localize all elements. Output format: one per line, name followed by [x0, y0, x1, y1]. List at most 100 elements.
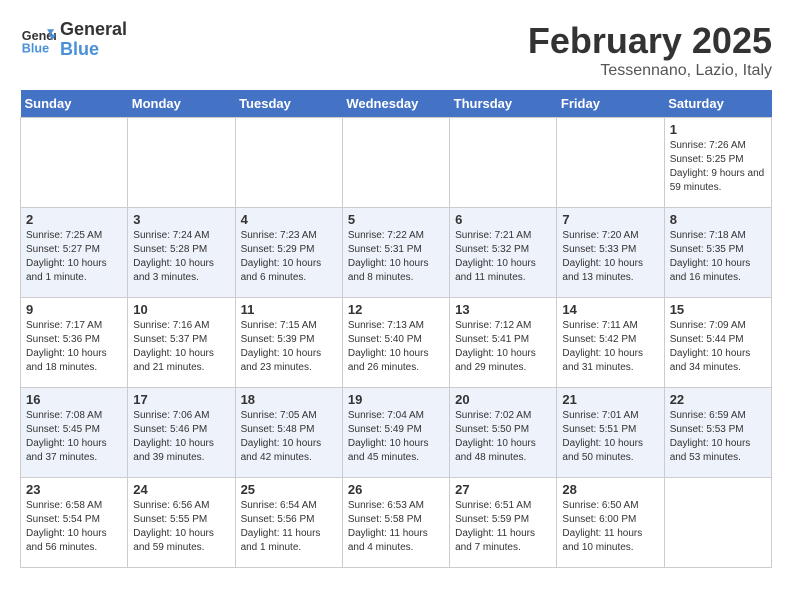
- svg-text:Blue: Blue: [22, 41, 49, 55]
- day-info: Sunrise: 6:59 AMSunset: 5:53 PMDaylight:…: [670, 409, 766, 465]
- day-cell: 9Sunrise: 7:17 AMSunset: 5:36 PMDaylight…: [21, 298, 128, 388]
- day-cell: 24Sunrise: 6:56 AMSunset: 5:55 PMDayligh…: [128, 478, 235, 568]
- day-cell: 2 Sunrise: 7:25 AMSunset: 5:27 PMDaylight…: [21, 208, 128, 298]
- day-info: Sunrise: 7:17 AMSunset: 5:36 PMDaylight:…: [26, 319, 122, 375]
- day-cell: 26 Sunrise: 6:53 AMSunset: 5:58 PMDayligh…: [342, 478, 449, 568]
- day-cell: [235, 118, 342, 208]
- day-number: 17: [133, 392, 229, 407]
- day-info: Sunrise: 7:13 AMSunset: 5:40 PMDaylight:…: [348, 319, 444, 375]
- day-cell: 28 Sunrise: 6:50 AMSunset: 6:00 PMDayligh…: [557, 478, 664, 568]
- day-info: Sunrise: 6:54 AMSunset: 5:56 PMDaylight:…: [241, 499, 337, 555]
- day-info: Sunrise: 7:22 AMSunset: 5:31 PMDaylight:…: [348, 229, 444, 285]
- day-cell: 16Sunrise: 7:08 AMSunset: 5:45 PMDayligh…: [21, 388, 128, 478]
- week-row-3: 9Sunrise: 7:17 AMSunset: 5:36 PMDaylight…: [21, 298, 772, 388]
- day-cell: 3 Sunrise: 7:24 AMSunset: 5:28 PMDaylight…: [128, 208, 235, 298]
- day-info: Sunrise: 7:18 AMSunset: 5:35 PMDaylight:…: [670, 229, 766, 285]
- day-info: Sunrise: 7:23 AMSunset: 5:29 PMDaylight:…: [241, 229, 337, 285]
- day-cell: 1Sunrise: 7:26 AMSunset: 5:25 PMDaylight…: [664, 118, 771, 208]
- day-cell: 17 Sunrise: 7:06 AMSunset: 5:46 PMDayligh…: [128, 388, 235, 478]
- calendar-table: Sunday Monday Tuesday Wednesday Thursday…: [20, 90, 772, 568]
- day-number: 25: [241, 482, 337, 497]
- day-number: 15: [670, 302, 766, 317]
- day-number: 10: [133, 302, 229, 317]
- logo-general: General: [60, 20, 127, 40]
- day-number: 28: [562, 482, 658, 497]
- header-tuesday: Tuesday: [235, 90, 342, 118]
- day-info: Sunrise: 7:16 AMSunset: 5:37 PMDaylight:…: [133, 319, 229, 375]
- day-cell: 15 Sunrise: 7:09 AMSunset: 5:44 PMDayligh…: [664, 298, 771, 388]
- header-saturday: Saturday: [664, 90, 771, 118]
- day-cell: 20Sunrise: 7:02 AMSunset: 5:50 PMDayligh…: [450, 388, 557, 478]
- calendar-header-row: Sunday Monday Tuesday Wednesday Thursday…: [21, 90, 772, 118]
- week-row-1: 1Sunrise: 7:26 AMSunset: 5:25 PMDaylight…: [21, 118, 772, 208]
- day-cell: 6 Sunrise: 7:21 AMSunset: 5:32 PMDaylight…: [450, 208, 557, 298]
- logo-blue: Blue: [60, 40, 127, 60]
- day-number: 7: [562, 212, 658, 227]
- header-monday: Monday: [128, 90, 235, 118]
- day-info: Sunrise: 7:12 AMSunset: 5:41 PMDaylight:…: [455, 319, 551, 375]
- day-info: Sunrise: 7:11 AMSunset: 5:42 PMDaylight:…: [562, 319, 658, 375]
- day-cell: [128, 118, 235, 208]
- day-number: 22: [670, 392, 766, 407]
- day-cell: 22 Sunrise: 6:59 AMSunset: 5:53 PMDayligh…: [664, 388, 771, 478]
- day-number: 21: [562, 392, 658, 407]
- day-number: 13: [455, 302, 551, 317]
- day-number: 18: [241, 392, 337, 407]
- page-header: General Blue General Blue February 2025 …: [20, 20, 772, 80]
- day-cell: [450, 118, 557, 208]
- day-number: 24: [133, 482, 229, 497]
- day-cell: 4Sunrise: 7:23 AMSunset: 5:29 PMDaylight…: [235, 208, 342, 298]
- week-row-2: 2 Sunrise: 7:25 AMSunset: 5:27 PMDaylight…: [21, 208, 772, 298]
- day-cell: 10 Sunrise: 7:16 AMSunset: 5:37 PMDayligh…: [128, 298, 235, 388]
- day-cell: [557, 118, 664, 208]
- day-number: 27: [455, 482, 551, 497]
- day-info: Sunrise: 6:53 AMSunset: 5:58 PMDaylight:…: [348, 499, 444, 555]
- day-number: 19: [348, 392, 444, 407]
- day-number: 11: [241, 302, 337, 317]
- day-cell: [342, 118, 449, 208]
- day-info: Sunrise: 6:51 AMSunset: 5:59 PMDaylight:…: [455, 499, 551, 555]
- day-info: Sunrise: 7:25 AMSunset: 5:27 PMDaylight:…: [26, 229, 122, 285]
- day-number: 20: [455, 392, 551, 407]
- day-info: Sunrise: 6:50 AMSunset: 6:00 PMDaylight:…: [562, 499, 658, 555]
- day-cell: 5 Sunrise: 7:22 AMSunset: 5:31 PMDaylight…: [342, 208, 449, 298]
- day-cell: 19 Sunrise: 7:04 AMSunset: 5:49 PMDayligh…: [342, 388, 449, 478]
- day-number: 6: [455, 212, 551, 227]
- day-info: Sunrise: 7:06 AMSunset: 5:46 PMDaylight:…: [133, 409, 229, 465]
- header-thursday: Thursday: [450, 90, 557, 118]
- day-info: Sunrise: 7:21 AMSunset: 5:32 PMDaylight:…: [455, 229, 551, 285]
- header-friday: Friday: [557, 90, 664, 118]
- day-info: Sunrise: 7:09 AMSunset: 5:44 PMDaylight:…: [670, 319, 766, 375]
- day-number: 5: [348, 212, 444, 227]
- day-cell: 14Sunrise: 7:11 AMSunset: 5:42 PMDayligh…: [557, 298, 664, 388]
- calendar-title: February 2025: [528, 20, 772, 62]
- day-info: Sunrise: 7:24 AMSunset: 5:28 PMDaylight:…: [133, 229, 229, 285]
- day-number: 8: [670, 212, 766, 227]
- header-sunday: Sunday: [21, 90, 128, 118]
- day-cell: [664, 478, 771, 568]
- day-cell: 23Sunrise: 6:58 AMSunset: 5:54 PMDayligh…: [21, 478, 128, 568]
- day-cell: 18 Sunrise: 7:05 AMSunset: 5:48 PMDayligh…: [235, 388, 342, 478]
- day-number: 3: [133, 212, 229, 227]
- day-info: Sunrise: 7:20 AMSunset: 5:33 PMDaylight:…: [562, 229, 658, 285]
- day-info: Sunrise: 7:04 AMSunset: 5:49 PMDaylight:…: [348, 409, 444, 465]
- week-row-4: 16Sunrise: 7:08 AMSunset: 5:45 PMDayligh…: [21, 388, 772, 478]
- day-info: Sunrise: 7:26 AMSunset: 5:25 PMDaylight:…: [670, 139, 766, 195]
- day-info: Sunrise: 7:15 AMSunset: 5:39 PMDaylight:…: [241, 319, 337, 375]
- day-number: 26: [348, 482, 444, 497]
- logo-icon: General Blue: [20, 22, 56, 58]
- day-info: Sunrise: 7:08 AMSunset: 5:45 PMDaylight:…: [26, 409, 122, 465]
- logo: General Blue General Blue: [20, 20, 127, 60]
- day-cell: 7 Sunrise: 7:20 AMSunset: 5:33 PMDaylight…: [557, 208, 664, 298]
- header-wednesday: Wednesday: [342, 90, 449, 118]
- day-cell: 13 Sunrise: 7:12 AMSunset: 5:41 PMDayligh…: [450, 298, 557, 388]
- week-row-5: 23Sunrise: 6:58 AMSunset: 5:54 PMDayligh…: [21, 478, 772, 568]
- day-cell: 11 Sunrise: 7:15 AMSunset: 5:39 PMDayligh…: [235, 298, 342, 388]
- calendar-title-block: February 2025 Tessennano, Lazio, Italy: [528, 20, 772, 80]
- day-number: 2: [26, 212, 122, 227]
- day-info: Sunrise: 6:58 AMSunset: 5:54 PMDaylight:…: [26, 499, 122, 555]
- day-info: Sunrise: 7:05 AMSunset: 5:48 PMDaylight:…: [241, 409, 337, 465]
- day-cell: 8 Sunrise: 7:18 AMSunset: 5:35 PMDaylight…: [664, 208, 771, 298]
- day-cell: 27 Sunrise: 6:51 AMSunset: 5:59 PMDayligh…: [450, 478, 557, 568]
- day-cell: 21Sunrise: 7:01 AMSunset: 5:51 PMDayligh…: [557, 388, 664, 478]
